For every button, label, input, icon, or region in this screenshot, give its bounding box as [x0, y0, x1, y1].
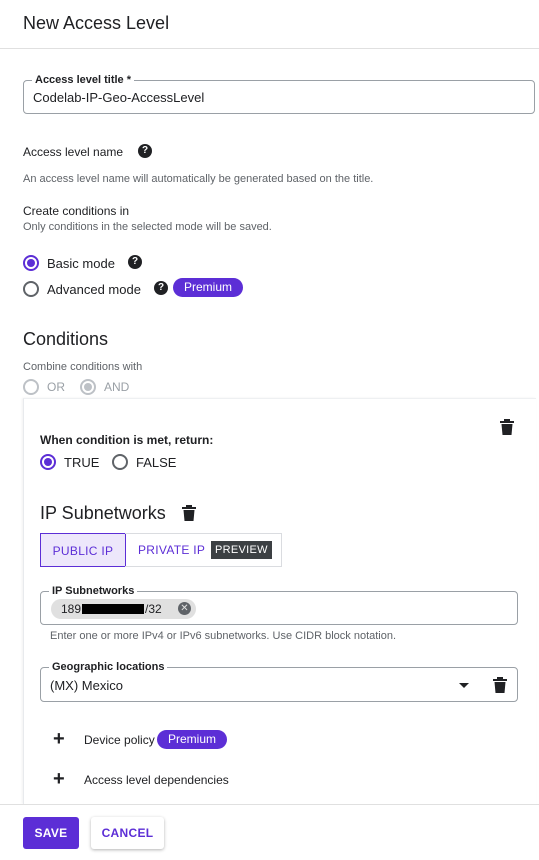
save-button[interactable]: SAVE	[23, 817, 79, 849]
page-header: New Access Level	[0, 0, 539, 49]
ip-subnetworks-field[interactable]: IP Subnetworks 189 /32 ✕	[40, 584, 518, 625]
access-level-dependencies-label[interactable]: Access level dependencies	[84, 773, 229, 787]
create-conditions-hint: Only conditions in the selected mode wil…	[23, 221, 272, 233]
ip-chip-suffix: /32	[145, 602, 162, 616]
basic-mode-radio[interactable]	[23, 255, 39, 271]
preview-tag: PREVIEW	[211, 541, 272, 559]
tab-public-ip[interactable]: PUBLIC IP	[40, 533, 126, 567]
help-circle-icon[interactable]: ?	[154, 281, 168, 295]
help-circle-icon[interactable]: ?	[128, 255, 142, 269]
return-false-radio[interactable]	[112, 454, 128, 470]
tab-private-ip[interactable]: PRIVATE IP PREVIEW	[125, 533, 282, 567]
premium-badge: Premium	[173, 278, 244, 297]
combine-conditions-label: Combine conditions with	[23, 361, 143, 373]
geographic-locations-value: (MX) Mexico	[50, 678, 123, 693]
access-level-name-description: An access level name will automatically …	[23, 173, 374, 185]
return-true-label: TRUE	[64, 455, 100, 470]
access-level-title-value: Codelab-IP-Geo-AccessLevel	[33, 90, 205, 105]
access-level-name-label: Access level name	[23, 145, 124, 159]
cancel-button[interactable]: CANCEL	[91, 817, 164, 849]
conditions-title: Conditions	[23, 329, 109, 349]
combine-and-label: AND	[104, 380, 130, 394]
combine-or-radio[interactable]	[23, 379, 39, 395]
ip-subnetworks-helper: Enter one or more IPv4 or IPv6 subnetwor…	[50, 630, 397, 642]
advanced-mode-radio[interactable]	[23, 281, 39, 297]
return-true-radio[interactable]	[40, 454, 56, 470]
ip-chip-prefix: 189	[61, 602, 82, 616]
return-label: When condition is met, return:	[40, 433, 214, 447]
combine-or-label: OR	[47, 380, 65, 394]
redaction-bar	[82, 604, 144, 614]
help-circle-icon[interactable]: ?	[138, 144, 152, 158]
advanced-mode-label[interactable]: Advanced mode	[47, 282, 141, 297]
page-title: New Access Level	[23, 13, 170, 33]
geographic-locations-field[interactable]: Geographic locations (MX) Mexico	[40, 660, 518, 702]
plus-icon[interactable]: +	[53, 729, 65, 749]
tab-private-ip-label: PRIVATE IP	[138, 543, 206, 557]
ip-chip[interactable]: 189 /32 ✕	[51, 599, 196, 619]
access-level-title-label: Access level title *	[32, 73, 135, 87]
ip-subnetworks-label: IP Subnetworks	[49, 584, 138, 598]
ip-subnetworks-title: IP Subnetworks	[40, 503, 166, 523]
create-conditions-label: Create conditions in	[23, 204, 130, 218]
geographic-locations-label: Geographic locations	[49, 660, 168, 674]
plus-icon[interactable]: +	[53, 769, 65, 789]
return-false-label: FALSE	[136, 455, 177, 470]
footer-actions: SAVE CANCEL	[0, 804, 539, 860]
access-level-title-field[interactable]: Access level title * Codelab-IP-Geo-Acce…	[23, 73, 535, 114]
premium-badge: Premium	[157, 730, 228, 749]
combine-and-radio[interactable]	[80, 379, 96, 395]
device-policy-label[interactable]: Device policy	[84, 733, 155, 747]
delete-geo-trash-icon[interactable]	[493, 677, 507, 693]
delete-condition-trash-icon[interactable]	[500, 419, 514, 435]
condition-card: When condition is met, return: TRUE FALS…	[23, 398, 536, 804]
delete-ip-subnetworks-trash-icon[interactable]	[182, 505, 196, 521]
chevron-down-icon[interactable]	[459, 683, 469, 688]
chip-close-icon[interactable]: ✕	[178, 602, 191, 615]
basic-mode-label[interactable]: Basic mode	[47, 256, 115, 271]
